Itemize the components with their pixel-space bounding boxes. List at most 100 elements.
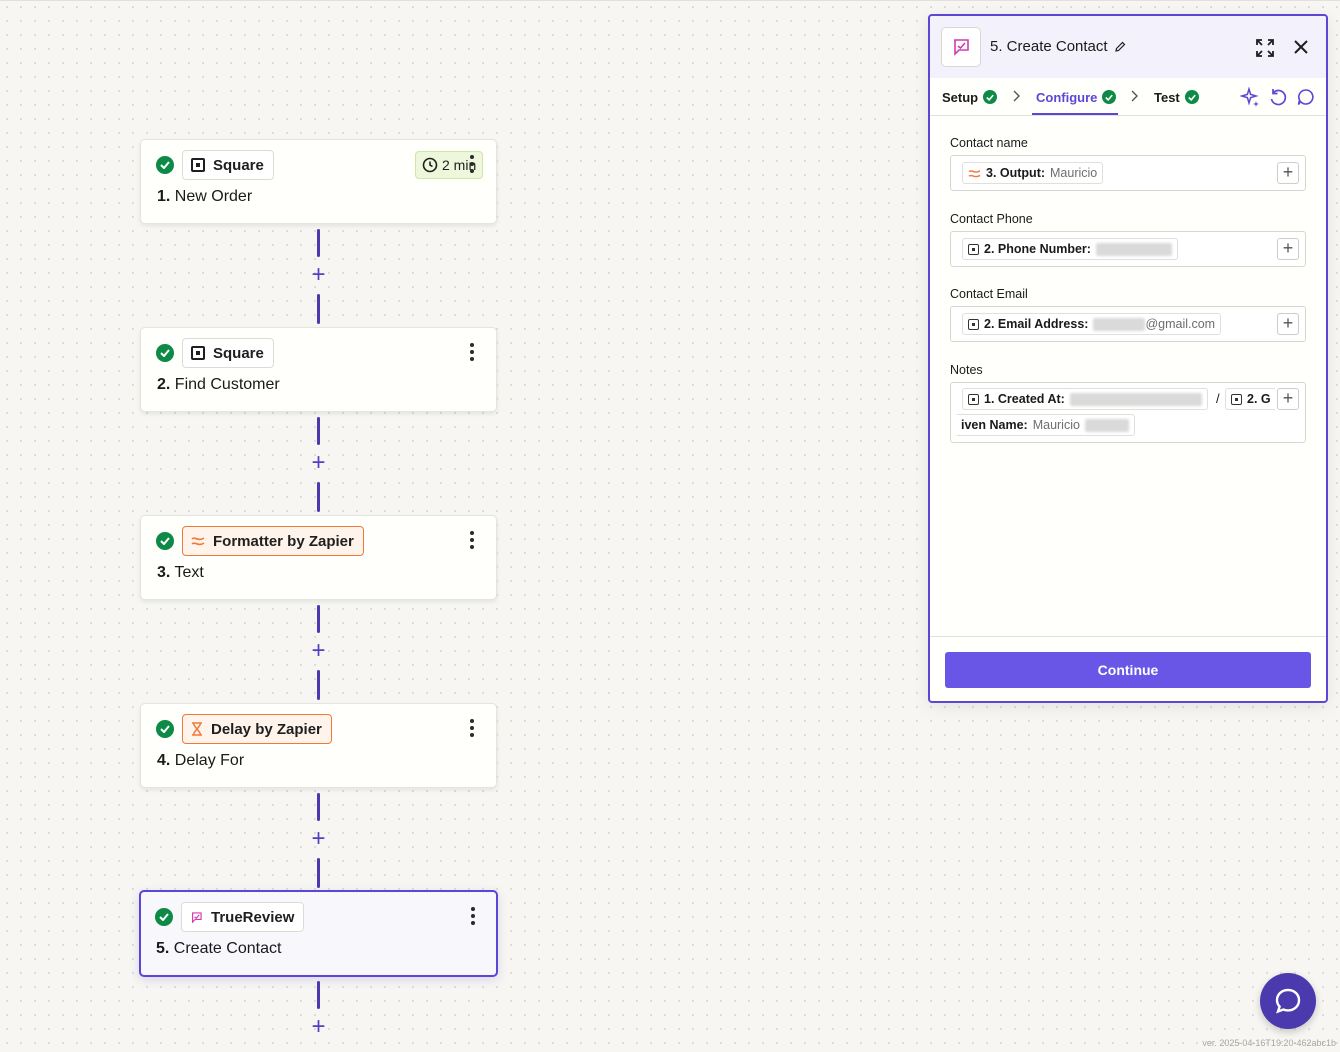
field-label: Contact name: [950, 136, 1028, 150]
close-icon[interactable]: [1292, 38, 1310, 56]
app-badge-truereview: TrueReview: [181, 902, 305, 932]
step-menu-button[interactable]: [464, 529, 480, 551]
app-badge-delay: Delay by Zapier: [182, 714, 332, 744]
chevron-right-icon: [1013, 90, 1020, 102]
contact-name-field[interactable]: 3. Output: Mauricio +: [950, 155, 1306, 191]
redacted-value: [1069, 392, 1202, 406]
connector-line: [317, 605, 320, 633]
step-menu-button[interactable]: [464, 717, 480, 739]
notes-field[interactable]: 1. Created At: / 2. G iven Name: Maurici…: [950, 382, 1306, 443]
chat-bubble-icon: [1275, 988, 1301, 1014]
step-title: 1. New Order: [157, 188, 253, 205]
panel-header: 5. Create Contact: [930, 16, 1326, 78]
edit-pencil-icon[interactable]: [1114, 41, 1126, 53]
connector-line: [317, 858, 320, 888]
formatter-icon: [191, 537, 205, 546]
tab-test[interactable]: Test: [1154, 88, 1199, 106]
mapped-field-pill-continued[interactable]: iven Name: Mauricio: [957, 414, 1135, 436]
truereview-icon: [191, 911, 202, 923]
step-card-3[interactable]: Formatter by Zapier 3. Text: [140, 515, 497, 600]
success-check-icon: [1184, 90, 1199, 104]
square-app-icon: [191, 158, 205, 172]
step-title: 3. Text: [157, 564, 204, 581]
mapped-field-pill[interactable]: 1. Created At:: [962, 388, 1208, 410]
panel-title[interactable]: 5. Create Contact: [990, 38, 1126, 55]
insert-data-button[interactable]: +: [1277, 388, 1299, 410]
step-title: 4. Delay For: [157, 752, 245, 769]
square-app-icon: [1231, 393, 1242, 405]
insert-data-button[interactable]: +: [1277, 162, 1299, 184]
success-check-icon: [983, 90, 998, 104]
success-check-icon: [155, 908, 173, 926]
undo-icon[interactable]: [1268, 87, 1288, 107]
connector-line: [317, 670, 320, 700]
step-menu-button[interactable]: [465, 905, 481, 927]
success-check-icon: [156, 532, 174, 550]
contact-email-field[interactable]: 2. Email Address: @gmail.com +: [950, 306, 1306, 342]
connector-line: [317, 981, 320, 1009]
square-app-icon: [968, 318, 979, 330]
square-app-icon: [191, 346, 205, 360]
app-name: Square: [213, 156, 264, 174]
ai-sparkle-icon[interactable]: [1240, 87, 1260, 107]
step-menu-button[interactable]: [464, 153, 480, 175]
chat-support-button[interactable]: [1260, 973, 1316, 1029]
add-step-button[interactable]: +: [309, 263, 328, 287]
clock-icon: [422, 157, 438, 173]
app-badge-square: Square: [182, 150, 274, 180]
tab-setup[interactable]: Setup: [942, 88, 998, 106]
connector-line: [317, 793, 320, 821]
success-check-icon: [1102, 90, 1117, 104]
footer-divider: [930, 636, 1326, 637]
step-tabs: Setup Configure Test: [930, 78, 1326, 116]
step-card-5[interactable]: TrueReview 5. Create Contact: [139, 890, 498, 977]
connector-line: [317, 417, 320, 445]
step-editor-panel: 5. Create Contact Setup Configure Test C…: [928, 14, 1328, 703]
redacted-value: [1095, 242, 1172, 256]
comment-icon[interactable]: [1296, 87, 1316, 107]
app-badge-square: Square: [182, 338, 274, 368]
step-title: 5. Create Contact: [156, 940, 282, 957]
app-name: TrueReview: [211, 908, 295, 926]
app-name: Formatter by Zapier: [213, 532, 354, 550]
field-label: Contact Email: [950, 287, 1028, 301]
field-label: Notes: [950, 363, 983, 377]
mapped-field-pill[interactable]: 2. G: [1225, 388, 1275, 410]
app-badge-formatter: Formatter by Zapier: [182, 526, 364, 556]
add-step-button[interactable]: +: [309, 827, 328, 851]
step-title: 2. Find Customer: [157, 376, 280, 393]
connector-line: [317, 482, 320, 512]
step-card-1[interactable]: Square 2 min 1. New Order: [140, 139, 497, 224]
square-app-icon: [968, 393, 979, 405]
add-step-button[interactable]: +: [309, 639, 328, 663]
step-card-4[interactable]: Delay by Zapier 4. Delay For: [140, 703, 497, 788]
success-check-icon: [156, 156, 174, 174]
square-app-icon: [968, 243, 979, 255]
formatter-icon: [968, 169, 981, 177]
continue-button[interactable]: Continue: [945, 652, 1311, 688]
connector-line: [317, 294, 320, 324]
connector-line: [317, 229, 320, 257]
add-step-button[interactable]: +: [309, 451, 328, 475]
field-label: Contact Phone: [950, 212, 1033, 226]
version-label: ver. 2025-04-16T19:20-462abc1b: [1202, 1038, 1336, 1048]
success-check-icon: [156, 720, 174, 738]
step-menu-button[interactable]: [464, 341, 480, 363]
hourglass-icon: [192, 722, 202, 736]
insert-data-button[interactable]: +: [1277, 313, 1299, 335]
mapped-field-pill[interactable]: 3. Output: Mauricio: [962, 162, 1104, 184]
notes-separator: /: [1216, 391, 1220, 406]
active-tab-indicator: [1032, 113, 1118, 115]
success-check-icon: [156, 344, 174, 362]
insert-data-button[interactable]: +: [1277, 238, 1299, 260]
expand-icon[interactable]: [1255, 38, 1275, 58]
mapped-field-pill[interactable]: 2. Email Address: @gmail.com: [962, 313, 1222, 335]
redacted-value: [1084, 418, 1129, 432]
truereview-icon: [941, 27, 981, 67]
contact-phone-field[interactable]: 2. Phone Number: +: [950, 231, 1306, 267]
mapped-field-pill[interactable]: 2. Phone Number:: [962, 238, 1178, 260]
add-step-button[interactable]: +: [309, 1015, 328, 1039]
tab-configure[interactable]: Configure: [1036, 88, 1117, 106]
redacted-value: [1093, 317, 1146, 331]
step-card-2[interactable]: Square 2. Find Customer: [140, 327, 497, 412]
